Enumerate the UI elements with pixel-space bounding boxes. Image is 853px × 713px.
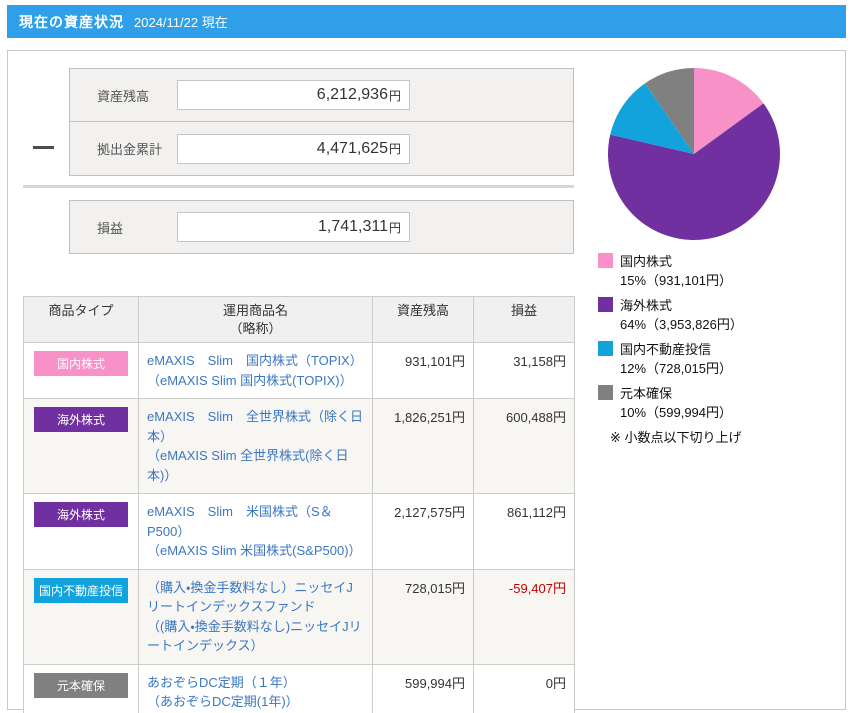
content-panel: 資産残高 6,212,936 円 拠出金累計 4,471,625 円 損益 1,… <box>7 50 846 710</box>
as-of-date: 2024/11/22 現在 <box>134 12 228 31</box>
contribution-total-label: 拠出金累計 <box>70 139 177 158</box>
legend-percent: 10%（599,994円） <box>620 402 838 421</box>
allocation-pie-chart <box>599 59 789 249</box>
profit-loss-value: -59,407円 <box>474 569 575 664</box>
asset-balance-box: 資産残高 6,212,936 円 <box>69 68 574 122</box>
profit-loss-box: 損益 1,741,311 円 <box>69 200 574 254</box>
asset-table: 商品タイプ 運用商品名 （略称） 資産残高 損益 国内株式 eMAXIS Sli… <box>23 296 575 713</box>
legend-percent: 12%（728,015円） <box>620 358 838 377</box>
fund-alias: （(購入・換金手数料なし)ニッセイJリートインデックス） <box>147 617 364 656</box>
balance-value: 2,127,575円 <box>373 494 474 570</box>
profit-loss-label: 損益 <box>70 218 177 237</box>
profit-loss-value-field: 1,741,311 円 <box>177 212 410 242</box>
table-row: 国内株式 eMAXIS Slim 国内株式（TOPIX） （eMAXIS Sli… <box>24 343 575 399</box>
header-product-name-line1: 運用商品名 <box>141 302 370 320</box>
profit-loss-group: 損益 1,741,311 円 <box>69 200 574 254</box>
table-row: 元本確保 あおぞらDC定期（１年） （あおぞらDC定期(1年)） 599,994… <box>24 664 575 713</box>
table-row: 海外株式 eMAXIS Slim 米国株式（S＆P500） （eMAXIS Sl… <box>24 494 575 570</box>
legend-item: 海外株式 64%（3,953,826円） <box>598 295 838 333</box>
fund-name-link[interactable]: eMAXIS Slim 米国株式（S＆P500） <box>147 502 364 541</box>
table-row: 国内不動産投信 （購入・換金手数料なし）ニッセイJリートインデックスファンド （… <box>24 569 575 664</box>
header-product-name-line2: （略称） <box>141 320 370 338</box>
minus-operator-icon <box>33 146 54 149</box>
summary-top-group: 資産残高 6,212,936 円 拠出金累計 4,471,625 円 <box>69 68 574 176</box>
product-type-badge: 海外株式 <box>34 502 128 527</box>
asset-balance-unit: 円 <box>389 87 401 104</box>
fund-alias: （あおぞらDC定期(1年)） <box>147 692 364 712</box>
legend-percent: 64%（3,953,826円） <box>620 314 838 333</box>
balance-value: 931,101円 <box>373 343 474 399</box>
profit-loss-value: 0円 <box>474 664 575 713</box>
product-type-badge: 元本確保 <box>34 673 128 698</box>
contribution-total-value-field: 4,471,625 円 <box>177 134 410 164</box>
product-type-badge: 国内株式 <box>34 351 128 376</box>
fund-name-link[interactable]: あおぞらDC定期（１年） <box>147 673 364 693</box>
balance-value: 599,994円 <box>373 664 474 713</box>
header-product-type: 商品タイプ <box>24 297 139 343</box>
asset-balance-value: 6,212,936 <box>317 86 388 104</box>
profit-loss-value: 1,741,311 <box>318 218 388 236</box>
pie-chart-svg <box>599 59 789 249</box>
header-balance: 資産残高 <box>373 297 474 343</box>
header-product-name: 運用商品名 （略称） <box>139 297 373 343</box>
pie-legend: 国内株式 15%（931,101円） 海外株式 64%（3,953,826円） … <box>598 251 838 446</box>
balance-value: 1,826,251円 <box>373 399 474 494</box>
profit-loss-value: 600,488円 <box>474 399 575 494</box>
legend-percent: 15%（931,101円） <box>620 270 838 289</box>
fund-name-link[interactable]: eMAXIS Slim 国内株式（TOPIX） <box>147 351 364 371</box>
contribution-total-box: 拠出金累計 4,471,625 円 <box>69 122 574 176</box>
page-title: 現在の資産状況 <box>19 12 124 32</box>
fund-alias: （eMAXIS Slim 全世界株式(除く日本)） <box>147 446 364 485</box>
equals-divider <box>23 185 574 188</box>
fund-name-link[interactable]: eMAXIS Slim 全世界株式（除く日本） <box>147 407 364 446</box>
legend-label: 国内株式 <box>620 251 672 270</box>
profit-loss-value: 861,112円 <box>474 494 575 570</box>
legend-label: 国内不動産投信 <box>620 339 711 358</box>
profit-loss-unit: 円 <box>389 219 401 236</box>
legend-item: 国内不動産投信 12%（728,015円） <box>598 339 838 377</box>
table-header-row: 商品タイプ 運用商品名 （略称） 資産残高 損益 <box>24 297 575 343</box>
fund-alias: （eMAXIS Slim 米国株式(S&P500)） <box>147 541 364 561</box>
legend-label: 元本確保 <box>620 383 672 402</box>
legend-label: 海外株式 <box>620 295 672 314</box>
contribution-total-unit: 円 <box>389 140 401 157</box>
product-type-badge: 国内不動産投信 <box>34 578 128 603</box>
rounding-note: ※ 小数点以下切り上げ <box>610 427 838 446</box>
fund-alias: （eMAXIS Slim 国内株式(TOPIX)） <box>147 371 364 391</box>
product-type-badge: 海外株式 <box>34 407 128 432</box>
section-header-bar: 現在の資産状況 2024/11/22 現在 <box>7 5 846 38</box>
legend-swatch-domestic-reit <box>598 341 613 356</box>
asset-balance-label: 資産残高 <box>70 86 177 105</box>
contribution-total-value: 4,471,625 <box>317 140 388 158</box>
legend-swatch-domestic-equity <box>598 253 613 268</box>
legend-item: 国内株式 15%（931,101円） <box>598 251 838 289</box>
asset-balance-value-field: 6,212,936 円 <box>177 80 410 110</box>
legend-swatch-principal-protected <box>598 385 613 400</box>
legend-item: 元本確保 10%（599,994円） <box>598 383 838 421</box>
fund-name-link[interactable]: （購入・換金手数料なし）ニッセイJリートインデックスファンド <box>147 578 364 617</box>
table-row: 海外株式 eMAXIS Slim 全世界株式（除く日本） （eMAXIS Sli… <box>24 399 575 494</box>
profit-loss-value: 31,158円 <box>474 343 575 399</box>
page: 現在の資産状況 2024/11/22 現在 資産残高 6,212,936 円 拠… <box>0 0 853 713</box>
legend-swatch-foreign-equity <box>598 297 613 312</box>
balance-value: 728,015円 <box>373 569 474 664</box>
header-profit-loss: 損益 <box>474 297 575 343</box>
